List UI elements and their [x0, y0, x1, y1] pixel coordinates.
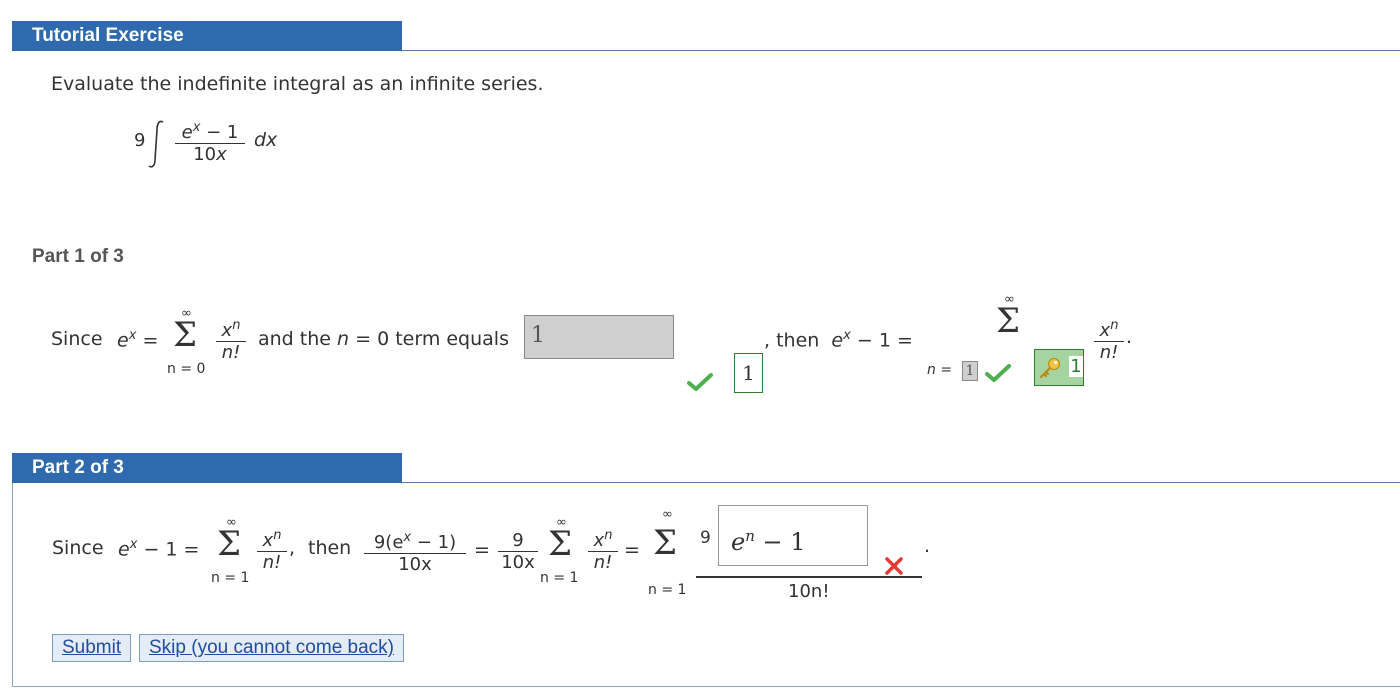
integral-coef: 9	[134, 130, 146, 151]
part2-sum3-top: ∞	[662, 507, 673, 522]
part2-fraction-b: 9 10x	[498, 530, 538, 573]
part1-period: .	[1126, 326, 1133, 348]
part1-since: Since	[51, 328, 103, 350]
part2-answer-den: 10n!	[788, 581, 830, 602]
integral-sign-icon	[148, 120, 164, 168]
key-icon	[1039, 358, 1060, 379]
part2-then: then	[308, 537, 352, 559]
part2-fraction-a: 9(ex − 1) 10x	[364, 530, 466, 575]
check-icon	[687, 373, 713, 391]
part2-answer-fraction-line	[696, 576, 922, 578]
part2-comma: ,	[289, 537, 296, 559]
sigma-icon: Σ	[548, 524, 573, 564]
part2-sum3-bottom: n = 1	[648, 582, 687, 598]
part1-key-value: 1	[1069, 356, 1083, 377]
integral-fraction: ex − 1 10x	[175, 120, 245, 165]
sigma-icon: Σ	[653, 523, 678, 563]
part1-term-input[interactable]: 1	[524, 315, 674, 359]
skip-button[interactable]: Skip (you cannot come back)	[139, 634, 405, 662]
tutorial-header-rule	[402, 50, 1400, 51]
sigma-icon: Σ	[996, 301, 1021, 341]
part1-ex: ex =	[117, 328, 159, 352]
part1-answer-box: 1	[734, 353, 763, 393]
part2-header: Part 2 of 3	[12, 453, 402, 483]
sigma-icon: Σ	[217, 524, 242, 564]
part1-fraction2: xn n!	[1094, 318, 1124, 363]
incorrect-x-icon	[885, 557, 903, 575]
part2-answer-coef: 9	[700, 528, 711, 548]
part2-eq1: =	[474, 539, 490, 561]
part2-ex: ex − 1 =	[118, 537, 200, 561]
part1-sum2-bottom-box: 1	[962, 361, 978, 381]
part1-key-answer[interactable]: 1	[1034, 349, 1084, 386]
part2-eq2: =	[624, 539, 640, 561]
check-icon	[985, 364, 1011, 382]
integral-dx: dx	[254, 129, 278, 151]
part1-label: Part 1 of 3	[32, 246, 124, 267]
part2-since: Since	[52, 537, 104, 559]
part2-sum-bottom: n = 1	[211, 570, 250, 586]
part2-label: Part 2 of 3	[32, 457, 124, 478]
sigma-icon: Σ	[173, 315, 198, 355]
tutorial-prompt: Evaluate the indefinite integral as an i…	[51, 73, 544, 95]
part2-sum2-bottom: n = 1	[540, 570, 579, 586]
part2-fraction-c: xn n!	[588, 528, 618, 573]
part2-fraction: xn n!	[257, 528, 287, 573]
part1-sum-bottom: n = 0	[167, 361, 206, 377]
submit-button[interactable]: Submit	[52, 634, 132, 662]
part2-period: .	[924, 535, 931, 557]
tutorial-header: Tutorial Exercise	[12, 21, 402, 51]
tutorial-title: Tutorial Exercise	[32, 25, 184, 46]
part1-and-text: and the n = 0 term equals	[258, 328, 509, 350]
part1-then: , then ex − 1 =	[764, 328, 913, 352]
part1-fraction: xn n!	[216, 318, 246, 363]
part2-answer-input[interactable]: en − 1	[718, 505, 868, 566]
part1-sum2-bottom: n =	[927, 362, 953, 378]
